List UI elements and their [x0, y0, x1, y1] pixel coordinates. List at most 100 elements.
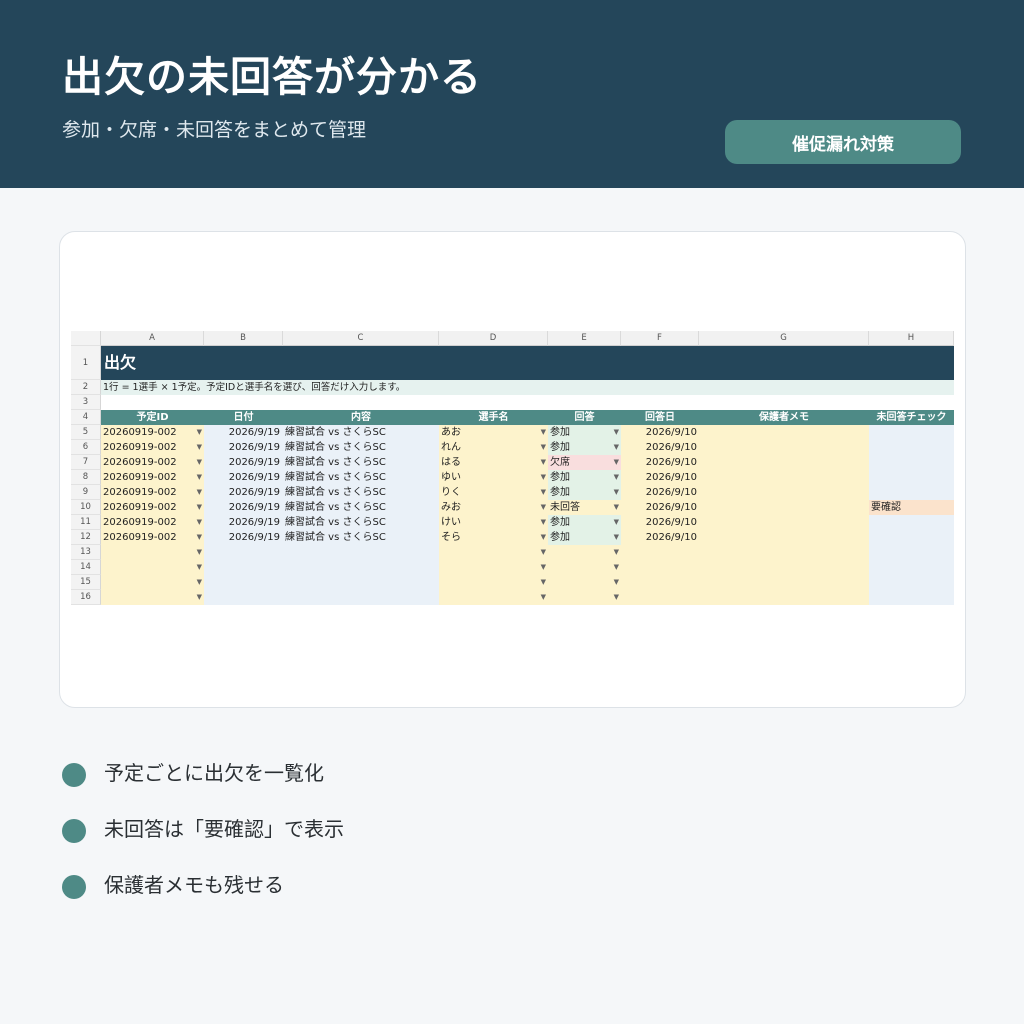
parent-memo-cell[interactable]: [699, 590, 869, 605]
answer-date-cell[interactable]: 2026/9/10: [621, 470, 699, 485]
player-name-cell[interactable]: りく ▼: [439, 485, 548, 500]
parent-memo-cell[interactable]: [699, 440, 869, 455]
event-id-cell[interactable]: 20260919-002 ▼: [101, 500, 204, 515]
event-id-cell[interactable]: ▼: [101, 545, 204, 560]
dropdown-arrow-icon[interactable]: ▼: [541, 515, 546, 530]
answer-cell[interactable]: 参加 ▼: [548, 470, 621, 485]
content-cell[interactable]: [283, 575, 439, 590]
date-cell[interactable]: [204, 560, 283, 575]
player-name-cell[interactable]: けい ▼: [439, 515, 548, 530]
player-name-cell[interactable]: ゆい ▼: [439, 470, 548, 485]
player-name-cell[interactable]: れん ▼: [439, 440, 548, 455]
table-header-cell[interactable]: 選手名: [439, 410, 548, 425]
column-header-f[interactable]: F: [621, 331, 699, 346]
dropdown-arrow-icon[interactable]: ▼: [614, 575, 619, 590]
column-header-d[interactable]: D: [439, 331, 548, 346]
content-cell[interactable]: 練習試合 vs さくらSC: [283, 515, 439, 530]
dropdown-arrow-icon[interactable]: ▼: [614, 590, 619, 605]
event-id-cell[interactable]: 20260919-002 ▼: [101, 485, 204, 500]
unanswered-check-cell[interactable]: [869, 515, 954, 530]
dropdown-arrow-icon[interactable]: ▼: [541, 455, 546, 470]
date-cell[interactable]: [204, 545, 283, 560]
dropdown-arrow-icon[interactable]: ▼: [541, 560, 546, 575]
content-cell[interactable]: [283, 590, 439, 605]
parent-memo-cell[interactable]: [699, 455, 869, 470]
parent-memo-cell[interactable]: [699, 485, 869, 500]
player-name-cell[interactable]: ▼: [439, 560, 548, 575]
row-number[interactable]: 1: [71, 346, 101, 380]
player-name-cell[interactable]: みお ▼: [439, 500, 548, 515]
row-number[interactable]: 11: [71, 515, 101, 530]
dropdown-arrow-icon[interactable]: ▼: [614, 455, 619, 470]
event-id-cell[interactable]: 20260919-002 ▼: [101, 530, 204, 545]
content-cell[interactable]: 練習試合 vs さくらSC: [283, 485, 439, 500]
event-id-cell[interactable]: 20260919-002 ▼: [101, 515, 204, 530]
dropdown-arrow-icon[interactable]: ▼: [541, 485, 546, 500]
content-cell[interactable]: 練習試合 vs さくらSC: [283, 425, 439, 440]
date-cell[interactable]: 2026/9/19: [204, 455, 283, 470]
unanswered-check-cell[interactable]: 要確認: [869, 500, 954, 515]
date-cell[interactable]: [204, 575, 283, 590]
content-cell[interactable]: 練習試合 vs さくらSC: [283, 500, 439, 515]
column-header-c[interactable]: C: [283, 331, 439, 346]
player-name-cell[interactable]: あお ▼: [439, 425, 548, 440]
answer-date-cell[interactable]: 2026/9/10: [621, 455, 699, 470]
row-number[interactable]: 8: [71, 470, 101, 485]
dropdown-arrow-icon[interactable]: ▼: [541, 590, 546, 605]
dropdown-arrow-icon[interactable]: ▼: [614, 425, 619, 440]
content-cell[interactable]: 練習試合 vs さくらSC: [283, 470, 439, 485]
table-header-cell[interactable]: 回答: [548, 410, 621, 425]
parent-memo-cell[interactable]: [699, 470, 869, 485]
answer-date-cell[interactable]: 2026/9/10: [621, 515, 699, 530]
row-number[interactable]: 3: [71, 395, 101, 410]
dropdown-arrow-icon[interactable]: ▼: [541, 470, 546, 485]
dropdown-arrow-icon[interactable]: ▼: [614, 485, 619, 500]
parent-memo-cell[interactable]: [699, 560, 869, 575]
unanswered-check-cell[interactable]: [869, 545, 954, 560]
unanswered-check-cell[interactable]: [869, 455, 954, 470]
player-name-cell[interactable]: はる ▼: [439, 455, 548, 470]
dropdown-arrow-icon[interactable]: ▼: [541, 425, 546, 440]
dropdown-arrow-icon[interactable]: ▼: [197, 590, 202, 605]
date-cell[interactable]: 2026/9/19: [204, 440, 283, 455]
event-id-cell[interactable]: ▼: [101, 560, 204, 575]
answer-cell[interactable]: 未回答 ▼: [548, 500, 621, 515]
player-name-cell[interactable]: ▼: [439, 545, 548, 560]
event-id-cell[interactable]: ▼: [101, 590, 204, 605]
column-header-h[interactable]: H: [869, 331, 954, 346]
answer-date-cell[interactable]: 2026/9/10: [621, 530, 699, 545]
player-name-cell[interactable]: そら ▼: [439, 530, 548, 545]
parent-memo-cell[interactable]: [699, 545, 869, 560]
dropdown-arrow-icon[interactable]: ▼: [197, 500, 202, 515]
table-header-cell[interactable]: 日付: [204, 410, 283, 425]
player-name-cell[interactable]: ▼: [439, 590, 548, 605]
unanswered-check-cell[interactable]: [869, 560, 954, 575]
dropdown-arrow-icon[interactable]: ▼: [197, 440, 202, 455]
date-cell[interactable]: [204, 590, 283, 605]
event-id-cell[interactable]: ▼: [101, 575, 204, 590]
dropdown-arrow-icon[interactable]: ▼: [197, 515, 202, 530]
dropdown-arrow-icon[interactable]: ▼: [197, 455, 202, 470]
event-id-cell[interactable]: 20260919-002 ▼: [101, 425, 204, 440]
column-header-a[interactable]: A: [101, 331, 204, 346]
answer-cell[interactable]: ▼: [548, 590, 621, 605]
dropdown-arrow-icon[interactable]: ▼: [541, 530, 546, 545]
content-cell[interactable]: 練習試合 vs さくらSC: [283, 530, 439, 545]
answer-date-cell[interactable]: [621, 575, 699, 590]
row-number[interactable]: 6: [71, 440, 101, 455]
answer-date-cell[interactable]: 2026/9/10: [621, 425, 699, 440]
dropdown-arrow-icon[interactable]: ▼: [197, 425, 202, 440]
unanswered-check-cell[interactable]: [869, 575, 954, 590]
content-cell[interactable]: 練習試合 vs さくらSC: [283, 455, 439, 470]
dropdown-arrow-icon[interactable]: ▼: [197, 470, 202, 485]
row-number[interactable]: 16: [71, 590, 101, 605]
dropdown-arrow-icon[interactable]: ▼: [197, 575, 202, 590]
parent-memo-cell[interactable]: [699, 425, 869, 440]
dropdown-arrow-icon[interactable]: ▼: [541, 575, 546, 590]
dropdown-arrow-icon[interactable]: ▼: [541, 545, 546, 560]
content-cell[interactable]: [283, 545, 439, 560]
row-number[interactable]: 14: [71, 560, 101, 575]
dropdown-arrow-icon[interactable]: ▼: [614, 530, 619, 545]
dropdown-arrow-icon[interactable]: ▼: [197, 485, 202, 500]
row-number[interactable]: 13: [71, 545, 101, 560]
